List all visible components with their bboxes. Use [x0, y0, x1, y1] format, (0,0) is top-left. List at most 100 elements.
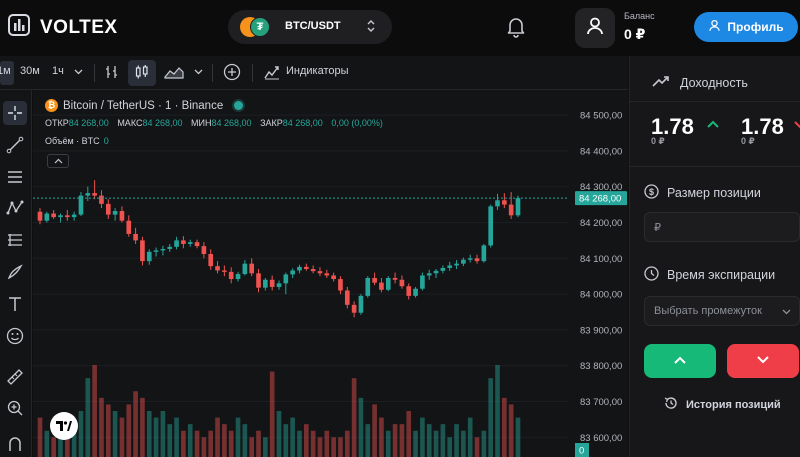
candle-body — [58, 215, 63, 218]
magnet-icon[interactable] — [3, 432, 27, 456]
volume-bar — [454, 424, 459, 457]
candle-body — [420, 275, 425, 289]
chevron-down-icon[interactable] — [74, 67, 83, 79]
volume-value: 0 — [103, 136, 109, 146]
chart-canvas[interactable]: 84 500,0084 400,0084 300,0084 200,0084 1… — [33, 90, 628, 457]
tradingview-logo[interactable] — [50, 412, 78, 440]
volume-bar — [194, 430, 200, 457]
volume-bar — [303, 424, 309, 457]
candle-body — [44, 213, 50, 221]
volume-bar — [256, 430, 261, 457]
emoji-icon[interactable] — [3, 324, 27, 348]
volume-bar — [249, 437, 255, 457]
symbol-label: Bitcoin / TetherUS · 1 · Binance — [63, 99, 224, 112]
sell-down-button[interactable] — [727, 344, 799, 378]
candle-body — [276, 283, 282, 287]
text-icon[interactable] — [3, 292, 27, 316]
chevron-updown-icon — [366, 19, 376, 38]
crosshair-icon[interactable] — [3, 101, 27, 125]
volume-bar — [331, 437, 336, 457]
candle-body — [324, 273, 330, 276]
volume-bar — [187, 424, 193, 457]
toolbar-divider — [212, 64, 213, 82]
candle-body — [92, 193, 97, 196]
interval-1h[interactable]: 1ч — [52, 65, 64, 77]
candle-body — [215, 266, 220, 271]
chevron-down-icon[interactable] — [194, 67, 203, 79]
volume-bar — [297, 430, 302, 457]
volume-bar — [201, 437, 207, 457]
candle-body — [140, 240, 145, 262]
pattern-icon[interactable] — [3, 196, 27, 220]
candle-body — [358, 295, 364, 313]
trend-line-icon[interactable] — [3, 133, 27, 157]
profile-button[interactable]: Профиль — [694, 12, 798, 42]
zoom-in-icon[interactable] — [3, 396, 27, 420]
ruler-icon[interactable] — [3, 365, 27, 389]
volume-bar — [481, 430, 487, 457]
volume-bar — [440, 424, 446, 457]
volume-bar — [502, 397, 507, 457]
bell-icon[interactable] — [506, 16, 526, 43]
candle-body — [187, 242, 193, 244]
pair-selector[interactable]: ₮ BTC/USDT — [228, 10, 392, 44]
volume-bar — [515, 417, 521, 457]
trade-panel: Доходность 1.78 0 ₽ 1.78 0 ₽ $ Размер по… — [629, 56, 800, 457]
candle-body — [474, 258, 480, 262]
expiry-select[interactable]: Выбрать промежуток — [644, 296, 800, 326]
price-axis-label: 84 000,00 — [580, 290, 622, 301]
bars-style-icon[interactable] — [104, 64, 120, 83]
position-size-input[interactable]: ₽ — [644, 212, 800, 242]
position-history-link[interactable]: История позиций — [664, 396, 781, 413]
candle-body — [105, 203, 111, 215]
candle-body — [310, 269, 316, 272]
volume-bar — [92, 365, 97, 457]
interval-1m[interactable]: 1м — [0, 65, 11, 77]
change-value: 0,00 (0,00%) — [331, 118, 383, 128]
candle-body — [365, 277, 371, 296]
candle-body — [126, 220, 132, 234]
candle-body — [160, 248, 166, 251]
candle-body — [467, 258, 473, 260]
brush-icon[interactable] — [3, 260, 27, 284]
volume-bar — [119, 417, 125, 457]
candle-body — [112, 211, 118, 215]
price-axis-label: 83 600,00 — [580, 433, 622, 444]
chart-toolbar: 1м 30м 1ч Индикаторы — [0, 56, 628, 90]
fib-retracement-icon[interactable] — [3, 228, 27, 252]
candle-body — [454, 263, 459, 266]
candle-body — [433, 270, 439, 274]
candle-body — [119, 211, 125, 221]
indicators-icon[interactable] — [264, 64, 280, 83]
low-label: МИН — [191, 118, 212, 128]
candle-body — [146, 251, 152, 262]
volume-bar — [64, 437, 70, 457]
add-compare-icon[interactable] — [223, 63, 241, 84]
candle-body — [440, 267, 446, 271]
interval-30m[interactable]: 30м — [20, 65, 40, 77]
horizontal-lines-icon[interactable] — [3, 165, 27, 189]
candle-body — [228, 271, 234, 280]
avatar[interactable] — [575, 8, 615, 48]
buy-up-button[interactable] — [644, 344, 716, 378]
price-axis-label: 84 500,00 — [580, 111, 622, 122]
price-chart[interactable]: 84 500,00 84 400,00 84 300,00 84 200,00 84 1… — [33, 90, 628, 457]
candle-body — [495, 200, 500, 207]
candle-body — [508, 204, 514, 216]
candles-style-icon[interactable] — [134, 64, 150, 83]
legend-collapse-button[interactable] — [47, 154, 69, 168]
open-value: 84 268,00 — [68, 118, 109, 128]
position-size-label: $ Размер позиции — [644, 184, 761, 202]
arrow-up-icon — [706, 116, 720, 134]
volume-bar — [426, 424, 432, 457]
area-style-icon[interactable] — [164, 64, 184, 83]
high-label: МАКС — [117, 118, 143, 128]
indicators-button[interactable]: Индикаторы — [286, 65, 349, 77]
logo[interactable]: VOLTEX — [8, 14, 118, 41]
volume-bar — [242, 424, 248, 457]
candle-body — [426, 273, 432, 276]
volume-bar — [365, 424, 371, 457]
usdt-coin-icon: ₮ — [250, 17, 270, 37]
volume-bar — [290, 417, 295, 457]
candle-body — [99, 195, 104, 204]
